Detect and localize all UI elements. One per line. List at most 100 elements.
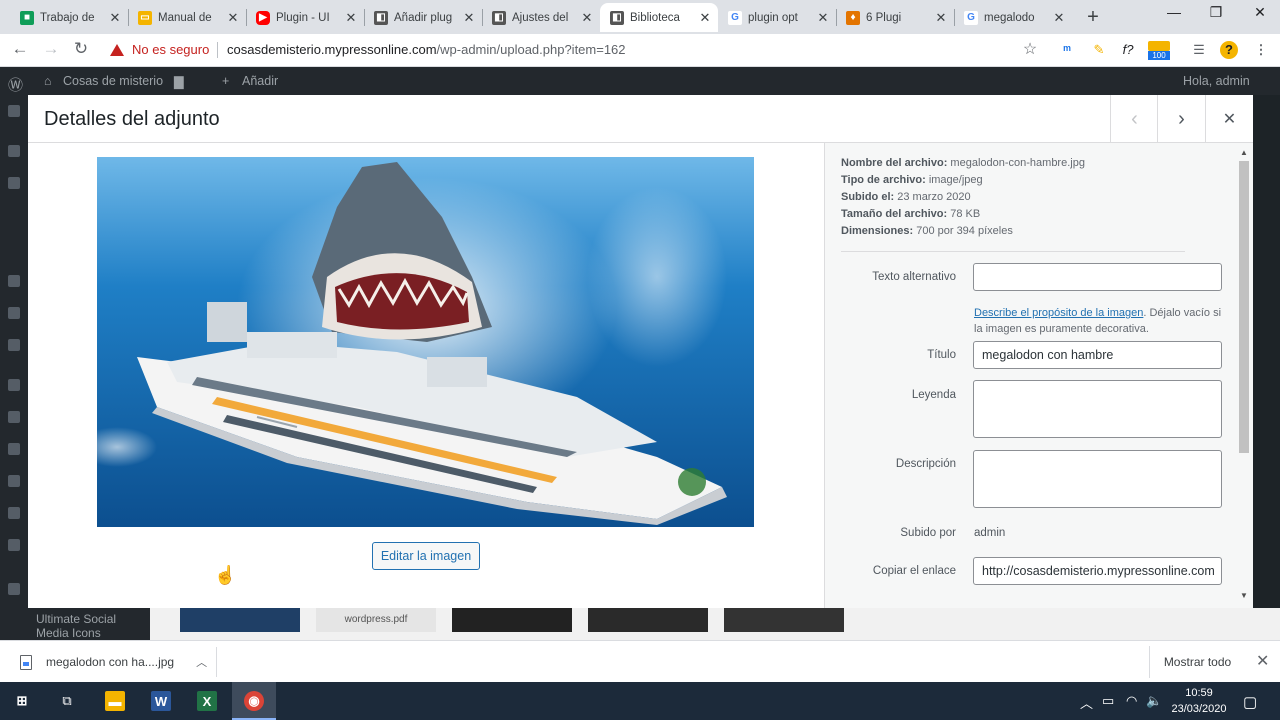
warning-icon [110, 43, 124, 56]
bookmark-star-icon[interactable]: ☆ [1021, 41, 1039, 59]
comments-icon[interactable]: ▇ [174, 74, 184, 89]
browser-tab[interactable]: ◧ Añadir plug ✕ [364, 3, 482, 32]
wifi-icon[interactable]: ◠ [1126, 693, 1137, 709]
chevron-up-icon[interactable]: ︿ [1080, 693, 1093, 712]
url-divider [217, 42, 218, 58]
windows-start-icon[interactable]: ⊞ [12, 691, 32, 711]
system-clock[interactable]: 10:59 23/03/2020 [1168, 685, 1230, 717]
close-window-icon[interactable]: ✕ [1250, 4, 1270, 21]
add-new-icon[interactable]: + [222, 74, 229, 88]
youtube-icon: ▶ [256, 10, 270, 25]
alt-text-help-link[interactable]: Describe el propósito de la imagen [974, 307, 1143, 319]
file-explorer-icon[interactable]: ▬ [105, 691, 125, 711]
browser-tab[interactable]: ■ Trabajo de ✕ [10, 3, 128, 32]
extension-icon[interactable]: ᵐ [1058, 41, 1076, 59]
appearance-icon [8, 339, 20, 351]
close-tab-icon[interactable]: ✕ [462, 10, 476, 26]
add-new-link[interactable]: Añadir [242, 74, 278, 88]
edit-image-button[interactable]: Editar la imagen [372, 542, 480, 570]
wp-admin-sidebar [0, 95, 28, 640]
close-tab-icon[interactable]: ✕ [1052, 10, 1066, 26]
task-view-icon[interactable]: ⧉ [57, 691, 77, 711]
plugins-icon [8, 379, 20, 391]
chevron-up-icon[interactable]: ︿ [196, 654, 207, 670]
media-thumbnail[interactable] [452, 608, 572, 632]
volume-icon[interactable]: 🔈 [1146, 693, 1162, 709]
modal-header: Detalles del adjunto ‹ › ✕ [28, 95, 1253, 143]
media-thumbnail[interactable] [860, 608, 980, 632]
settings-icon [8, 583, 20, 595]
profile-avatar[interactable]: ? [1220, 41, 1238, 59]
close-tab-icon[interactable]: ✕ [344, 10, 358, 26]
details-scrollbar[interactable]: ▲ ▼ [1239, 148, 1249, 603]
reload-icon[interactable]: ↻ [70, 39, 92, 59]
copy-link-input[interactable]: http://cosasdemisterio.mypressonline.com [973, 557, 1222, 585]
browser-tab-active[interactable]: ◧ Biblioteca ✕ [600, 3, 718, 32]
browser-tab[interactable]: ▭ Manual de ✕ [128, 3, 246, 32]
windows-taskbar: ⊞ ⧉ ▬ W X ◉ ︿ ▭ ◠ 🔈 10:59 23/03/2020 ▢ [0, 682, 1280, 720]
wordpress-logo-icon[interactable]: Ⓦ [8, 74, 23, 95]
previous-attachment-button[interactable]: ‹ [1110, 95, 1158, 143]
alt-text-input[interactable] [973, 263, 1222, 291]
reading-list-icon[interactable]: ☰ [1190, 41, 1208, 59]
description-textarea[interactable] [973, 450, 1222, 508]
site-icon: ◧ [374, 10, 388, 25]
scroll-up-icon[interactable]: ▲ [1240, 148, 1248, 157]
excel-icon[interactable]: X [197, 691, 217, 711]
browser-tab[interactable]: ◧ Ajustes del ✕ [482, 3, 600, 32]
media-thumbnail[interactable] [724, 608, 844, 632]
copy-link-label: Copiar el enlace [872, 565, 956, 577]
extension-icon[interactable]: ✎ [1090, 41, 1108, 59]
address-bar[interactable]: cosasdemisterio.mypressonline.com/wp-adm… [227, 42, 626, 57]
alt-text-label: Texto alternativo [872, 271, 956, 283]
download-item[interactable]: megalodon con ha....jpg ︿ [20, 654, 207, 670]
media-thumbnail[interactable] [180, 608, 300, 632]
menu-kebab-icon[interactable]: ⋮ [1252, 41, 1270, 59]
close-tab-icon[interactable]: ✕ [108, 10, 122, 26]
file-metadata: Nombre del archivo: megalodon-con-hambre… [841, 155, 1085, 240]
minimize-icon[interactable]: — [1164, 4, 1184, 20]
battery-icon[interactable]: ▭ [1102, 693, 1114, 709]
close-tab-icon[interactable]: ✕ [580, 10, 594, 26]
download-bar: megalodon con ha....jpg ︿ Mostrar todo ✕ [0, 640, 1280, 682]
extension-badge-icon[interactable]: 100 [1148, 41, 1170, 60]
close-download-bar-icon[interactable]: ✕ [1256, 651, 1269, 671]
media-thumbnail[interactable]: wordpress.pdf [316, 608, 436, 632]
close-modal-button[interactable]: ✕ [1205, 95, 1253, 143]
scrollbar-thumb[interactable] [1239, 161, 1249, 453]
google-icon: G [964, 10, 978, 25]
close-tab-icon[interactable]: ✕ [934, 10, 948, 26]
dashboard-icon [8, 105, 20, 117]
meta-type: Tipo de archivo: image/jpeg [841, 174, 983, 186]
scroll-down-icon[interactable]: ▼ [1240, 591, 1248, 600]
word-icon[interactable]: W [151, 691, 171, 711]
show-all-downloads-button[interactable]: Mostrar todo [1149, 646, 1245, 678]
site-name-link[interactable]: Cosas de misterio [63, 74, 163, 88]
next-attachment-button[interactable]: › [1157, 95, 1205, 143]
site-icon: ◧ [610, 10, 624, 25]
notifications-icon[interactable]: ▢ [1243, 693, 1257, 711]
browser-tab[interactable]: G plugin opt ✕ [718, 3, 836, 32]
home-icon[interactable]: ⌂ [44, 74, 52, 88]
description-label: Descripción [895, 458, 956, 470]
back-icon[interactable]: ← [9, 39, 31, 59]
browser-tab[interactable]: G megalodo ✕ [954, 3, 1072, 32]
account-greeting[interactable]: Hola, admin [1183, 74, 1250, 88]
media-thumbnail[interactable] [588, 608, 708, 632]
title-input[interactable]: megalodon con hambre [973, 341, 1222, 369]
close-tab-icon[interactable]: ✕ [698, 10, 712, 26]
browser-tab[interactable]: ▶ Plugin - UI ✕ [246, 3, 364, 32]
close-tab-icon[interactable]: ✕ [816, 10, 830, 26]
modal-title: Detalles del adjunto [44, 108, 220, 130]
hand-cursor-icon: ☝ [214, 565, 237, 585]
security-indicator[interactable]: No es seguro [110, 42, 209, 57]
sidebar-item-social-icons[interactable]: Ultimate Social Media Icons [0, 608, 150, 640]
new-tab-button[interactable]: + [1084, 6, 1102, 29]
maximize-icon[interactable]: ❐ [1206, 4, 1226, 21]
browser-tab[interactable]: ♦ 6 Plugi ✕ [836, 3, 954, 32]
function-extension-icon[interactable]: f? [1119, 41, 1137, 59]
caption-textarea[interactable] [973, 380, 1222, 438]
image-file-icon [20, 654, 32, 670]
forward-icon[interactable]: → [40, 39, 62, 59]
close-tab-icon[interactable]: ✕ [226, 10, 240, 26]
